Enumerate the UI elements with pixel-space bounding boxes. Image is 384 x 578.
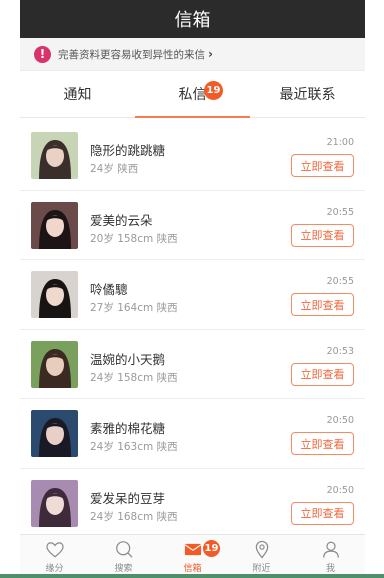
tabbar-label: 我	[325, 564, 335, 574]
tabbar-item-fate[interactable]: 缘分	[20, 535, 89, 574]
tab-private-messages[interactable]: 私信 19	[135, 71, 250, 118]
message-time: 20:50	[326, 484, 354, 496]
location-pin-icon	[255, 540, 268, 559]
sender-name: 爱发呆的豆芽	[90, 490, 166, 506]
message-time: 20:53	[326, 345, 354, 357]
page-title: 信箱	[174, 10, 211, 31]
avatar[interactable]	[31, 340, 78, 388]
tabbar-label: 信箱	[183, 564, 202, 574]
view-now-button[interactable]: 立即查看	[291, 362, 354, 386]
unread-badge: 19	[204, 81, 223, 100]
avatar[interactable]	[31, 201, 78, 249]
user-icon	[322, 541, 339, 558]
tabbar-item-nearby[interactable]: 附近	[227, 535, 296, 574]
tab-label: 私信	[178, 87, 207, 103]
message-list: 隐形的跳跳糖 24岁 陕西 21:00 立即查看 爱美的云朵 20岁 158cm 陕西 20…	[20, 121, 365, 538]
tabbar-label: 附近	[252, 564, 271, 574]
sender-name: 唥僪驄	[90, 282, 128, 297]
sender-info: 27岁 164cm 陕西	[90, 302, 178, 314]
mailbox-tabs: 通知 私信 19 最近联系	[20, 71, 365, 118]
screen: 信箱 ! 完善资料更容易收到异性的来信 › 通知 私信 19 最近联系 隐形的跳…	[0, 0, 384, 578]
sender-name: 温婉的小天鹅	[90, 351, 166, 367]
avatar[interactable]	[31, 410, 78, 457]
sender-name: 隐形的跳跳糖	[90, 143, 166, 158]
avatar[interactable]	[31, 132, 78, 179]
tab-notifications[interactable]: 通知	[20, 71, 135, 117]
tab-recent-contacts[interactable]: 最近联系	[250, 71, 365, 117]
view-now-button[interactable]: 立即查看	[291, 293, 354, 316]
sender-info: 24岁 168cm 陕西	[90, 510, 178, 523]
sender-info: 24岁 158cm 陕西	[90, 371, 178, 384]
app-frame: 信箱 ! 完善资料更容易收到异性的来信 › 通知 私信 19 最近联系 隐形的跳…	[20, 0, 365, 574]
avatar-photo	[31, 271, 78, 318]
avatar[interactable]	[31, 271, 78, 318]
alert-circle-icon: !	[34, 45, 51, 63]
message-time: 20:55	[326, 276, 354, 287]
chevron-right-icon: ›	[208, 47, 213, 61]
profile-notice-bar[interactable]: ! 完善资料更容易收到异性的来信 ›	[20, 38, 365, 71]
tab-label: 通知	[63, 87, 92, 103]
message-row[interactable]: 爱美的云朵 20岁 158cm 陕西 20:55 立即查看	[20, 191, 365, 260]
message-time: 21:00	[326, 137, 354, 148]
message-row[interactable]: 爱发呆的豆芽 24岁 168cm 陕西 20:50 立即查看	[20, 469, 365, 538]
avatar[interactable]	[31, 479, 78, 527]
avatar-photo	[31, 132, 78, 179]
avatar-photo	[31, 340, 78, 388]
sender-info: 24岁 陕西	[90, 163, 139, 175]
avatar-photo	[31, 410, 78, 457]
tabbar-label: 搜索	[114, 564, 133, 574]
message-time: 20:50	[326, 415, 354, 426]
tabbar-unread-badge: 19	[202, 539, 221, 558]
message-row[interactable]: 隐形的跳跳糖 24岁 陕西 21:00 立即查看	[20, 121, 365, 191]
message-time: 20:55	[326, 206, 354, 218]
notice-text: 完善资料更容易收到异性的来信	[58, 48, 205, 61]
view-now-button[interactable]: 立即查看	[291, 154, 354, 177]
bottom-tab-bar: 缘分 搜索 19 信箱 附近 我	[20, 534, 365, 574]
avatar-photo	[31, 479, 78, 527]
bottom-accent-line	[0, 574, 384, 578]
tab-label: 最近联系	[279, 87, 336, 103]
tabbar-item-me[interactable]: 我	[296, 535, 365, 574]
avatar-photo	[31, 201, 78, 249]
title-bar: 信箱	[20, 0, 365, 38]
tabbar-item-search[interactable]: 搜索	[89, 535, 158, 574]
tabbar-item-mailbox[interactable]: 19 信箱	[158, 535, 227, 574]
sender-name: 爱美的云朵	[90, 212, 153, 228]
message-row[interactable]: 温婉的小天鹅 24岁 158cm 陕西 20:53 立即查看	[20, 330, 365, 399]
view-now-button[interactable]: 立即查看	[291, 223, 354, 247]
sender-info: 24岁 163cm 陕西	[90, 441, 178, 453]
view-now-button[interactable]: 立即查看	[291, 501, 354, 525]
search-icon	[115, 541, 133, 558]
tabbar-label: 缘分	[45, 564, 64, 574]
message-row[interactable]: 唥僪驄 27岁 164cm 陕西 20:55 立即查看	[20, 260, 365, 330]
message-row[interactable]: 素雅的棉花糖 24岁 163cm 陕西 20:50 立即查看	[20, 399, 365, 469]
sender-info: 20岁 158cm 陕西	[90, 232, 178, 245]
view-now-button[interactable]: 立即查看	[291, 432, 354, 455]
heart-icon	[45, 542, 64, 558]
sender-name: 素雅的棉花糖	[90, 421, 166, 436]
